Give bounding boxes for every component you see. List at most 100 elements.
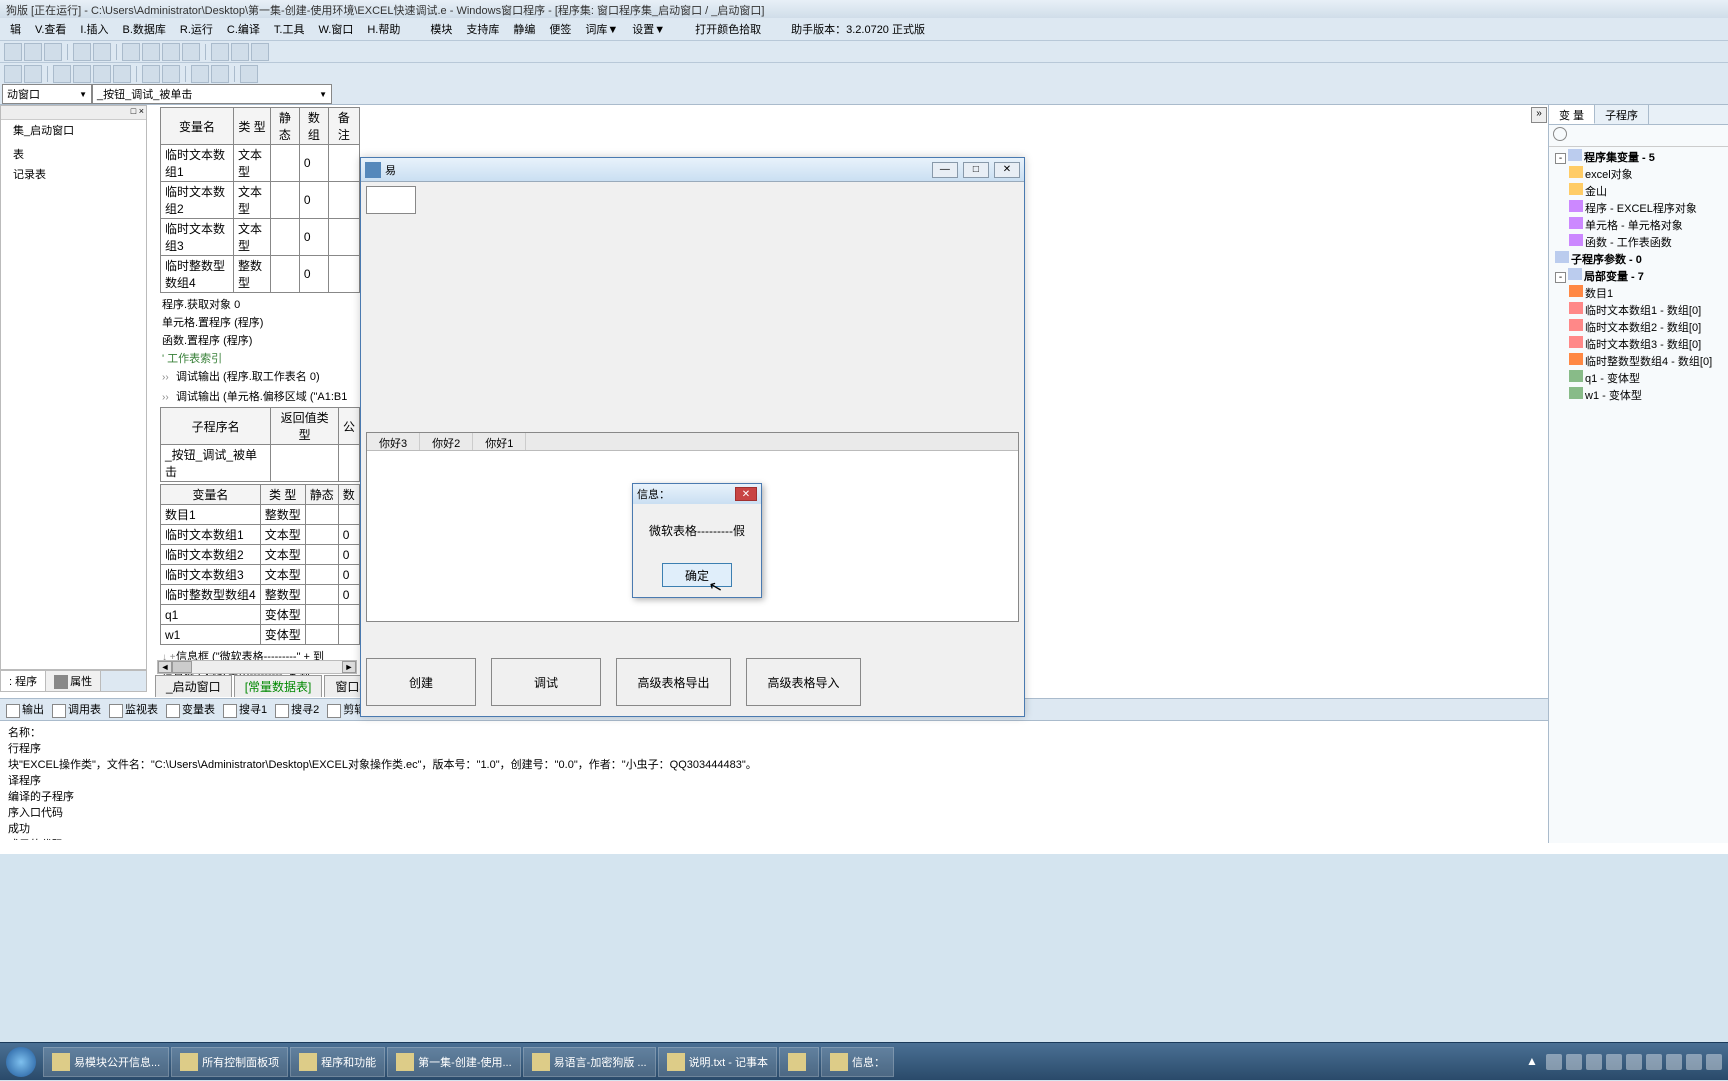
action-button[interactable]: 创建 [366,658,476,706]
tool-icon[interactable] [162,65,180,83]
search-box[interactable] [1549,125,1728,147]
method-combo[interactable]: _按钮_调试_被单击▼ [92,84,332,104]
table-row[interactable]: 临时文本数组2文本型0 [161,545,360,565]
close-icon[interactable]: ✕ [994,162,1020,178]
code-line[interactable]: ››调试输出 (单元格.偏移区域 ("A1:B1 [160,387,360,405]
menu-item[interactable]: B.数据库 [117,19,172,39]
variable-table[interactable]: 变量名类 型静态数组备 注临时文本数组1文本型0临时文本数组2文本型0临时文本数… [160,107,360,293]
taskbar-item[interactable]: 说明.txt - 记事本 [658,1047,777,1077]
tool-icon[interactable] [231,43,249,61]
tree-node[interactable]: 数目1 [1551,285,1726,302]
tool-icon[interactable] [93,43,111,61]
runtime-window[interactable]: 易 — □ ✕ 你好3你好2你好1 创建调试高级表格导出高级表格导入 [360,157,1025,717]
tree-item[interactable]: 表 [1,144,146,164]
tool-icon[interactable] [162,43,180,61]
start-button[interactable] [0,1043,42,1081]
minimize-icon[interactable]: — [932,162,958,178]
table-row[interactable]: 临时整数型数组4整数型0 [161,256,360,293]
tray-icon[interactable] [1686,1054,1702,1070]
tool-tab[interactable]: 搜寻1 [223,701,267,717]
menu-item[interactable]: C.编译 [221,19,266,39]
table-row[interactable]: _按钮_调试_被单击 [161,445,360,482]
tray-icon[interactable] [1706,1054,1722,1070]
project-tree[interactable]: □ × 集_启动窗口表记录表 [0,105,147,670]
tab-properties[interactable]: 属性 [46,671,101,691]
taskbar-item[interactable]: 易语言-加密狗版 ... [523,1047,656,1077]
menu-item[interactable]: W.窗口 [312,19,359,39]
code-line[interactable]: 单元格.置程序 (程序) [160,313,360,331]
tray-icon[interactable] [1646,1054,1662,1070]
menu-item[interactable]: V.查看 [29,19,72,39]
code-line[interactable]: ' 工作表索引 [160,349,360,367]
menu-item[interactable]: 助手版本：3.2.0720 正式版 [785,19,931,39]
code-line[interactable]: 程序.获取对象 0 [160,295,360,313]
tree-node[interactable]: 金山 [1551,183,1726,200]
table-row[interactable]: 数目1整数型 [161,505,360,525]
tray-icon[interactable] [1546,1054,1562,1070]
grid-column-header[interactable]: 你好1 [473,433,526,450]
menu-item[interactable]: 打开颜色拾取 [689,19,767,39]
output-pane[interactable]: 名称：行程序块"EXCEL操作类"，文件名："C:\Users\Administ… [0,720,1728,840]
tray-icon[interactable] [1606,1054,1622,1070]
tool-icon[interactable] [122,43,140,61]
tool-icon[interactable] [182,43,200,61]
tool-icon[interactable] [24,43,42,61]
menu-item[interactable]: I.插入 [74,19,114,39]
tab-subroutines[interactable]: 子程序 [1595,105,1649,124]
table-row[interactable]: q1变体型 [161,605,360,625]
menu-item[interactable]: T.工具 [268,19,311,39]
table-row[interactable]: 临时文本数组3文本型0 [161,219,360,256]
tray-icon[interactable] [1586,1054,1602,1070]
menu-item[interactable]: 设置▼ [626,19,671,39]
close-icon[interactable]: ✕ [735,487,757,501]
tool-icon[interactable] [73,43,91,61]
action-button[interactable]: 高级表格导入 [746,658,861,706]
code-line[interactable]: 函数.置程序 (程序) [160,331,360,349]
grid-column-header[interactable]: 你好2 [420,433,473,450]
taskbar-item[interactable] [779,1047,819,1077]
menu-item[interactable]: 支持库 [460,19,505,39]
tree-node[interactable]: 临时文本数组2 - 数组[0] [1551,319,1726,336]
tree-node[interactable]: 临时文本数组3 - 数组[0] [1551,336,1726,353]
tree-node[interactable]: w1 - 变体型 [1551,387,1726,404]
grid-column-header[interactable]: 你好3 [367,433,420,450]
variable-table[interactable]: 子程序名返回值类型公_按钮_调试_被单击 [160,407,360,482]
table-row[interactable]: 临时文本数组3文本型0 [161,565,360,585]
tab-program[interactable]: : 程序 [1,671,46,691]
scope-combo[interactable]: 动窗口▼ [2,84,92,104]
tray-icon[interactable] [1626,1054,1642,1070]
expand-icon[interactable]: » [1531,107,1547,123]
tray-expand-icon[interactable]: ▲ [1526,1054,1542,1070]
menu-item[interactable]: 词库▼ [579,19,624,39]
tree-node[interactable]: q1 - 变体型 [1551,370,1726,387]
tool-tab[interactable]: 调用表 [52,701,101,717]
tab-variables[interactable]: 变 量 [1549,105,1595,124]
maximize-icon[interactable]: □ [963,162,989,178]
menu-item[interactable]: 静编 [507,19,541,39]
menu-item[interactable]: 便签 [543,19,577,39]
tree-item[interactable]: 集_启动窗口 [1,120,146,140]
code-line[interactable]: ››调试输出 (程序.取工作表名 0) [160,367,360,385]
editor-tab[interactable]: _启动窗口 [155,675,232,697]
expand-icon[interactable]: - [1555,153,1566,164]
tree-node[interactable]: excel对象 [1551,166,1726,183]
tool-icon[interactable] [142,65,160,83]
tool-icon[interactable] [4,43,22,61]
menu-item[interactable]: H.帮助 [361,19,406,39]
tool-icon[interactable] [211,65,229,83]
tree-node[interactable]: 单元格 - 单元格对象 [1551,217,1726,234]
tool-icon[interactable] [24,65,42,83]
table-row[interactable]: 临时文本数组1文本型0 [161,145,360,182]
taskbar-item[interactable]: 程序和功能 [290,1047,385,1077]
tool-tab[interactable]: 变量表 [166,701,215,717]
tool-icon[interactable] [211,43,229,61]
textbox[interactable] [366,186,416,214]
tool-icon[interactable] [73,65,91,83]
tray-icon[interactable] [1566,1054,1582,1070]
variable-table[interactable]: 变量名类 型静态数数目1整数型临时文本数组1文本型0临时文本数组2文本型0临时文… [160,484,360,645]
table-row[interactable]: 临时整数型数组4整数型0 [161,585,360,605]
tree-node[interactable]: 函数 - 工作表函数 [1551,234,1726,251]
tool-icon[interactable] [4,65,22,83]
tree-node[interactable]: 临时整数型数组4 - 数组[0] [1551,353,1726,370]
tree-node[interactable]: 临时文本数组1 - 数组[0] [1551,302,1726,319]
